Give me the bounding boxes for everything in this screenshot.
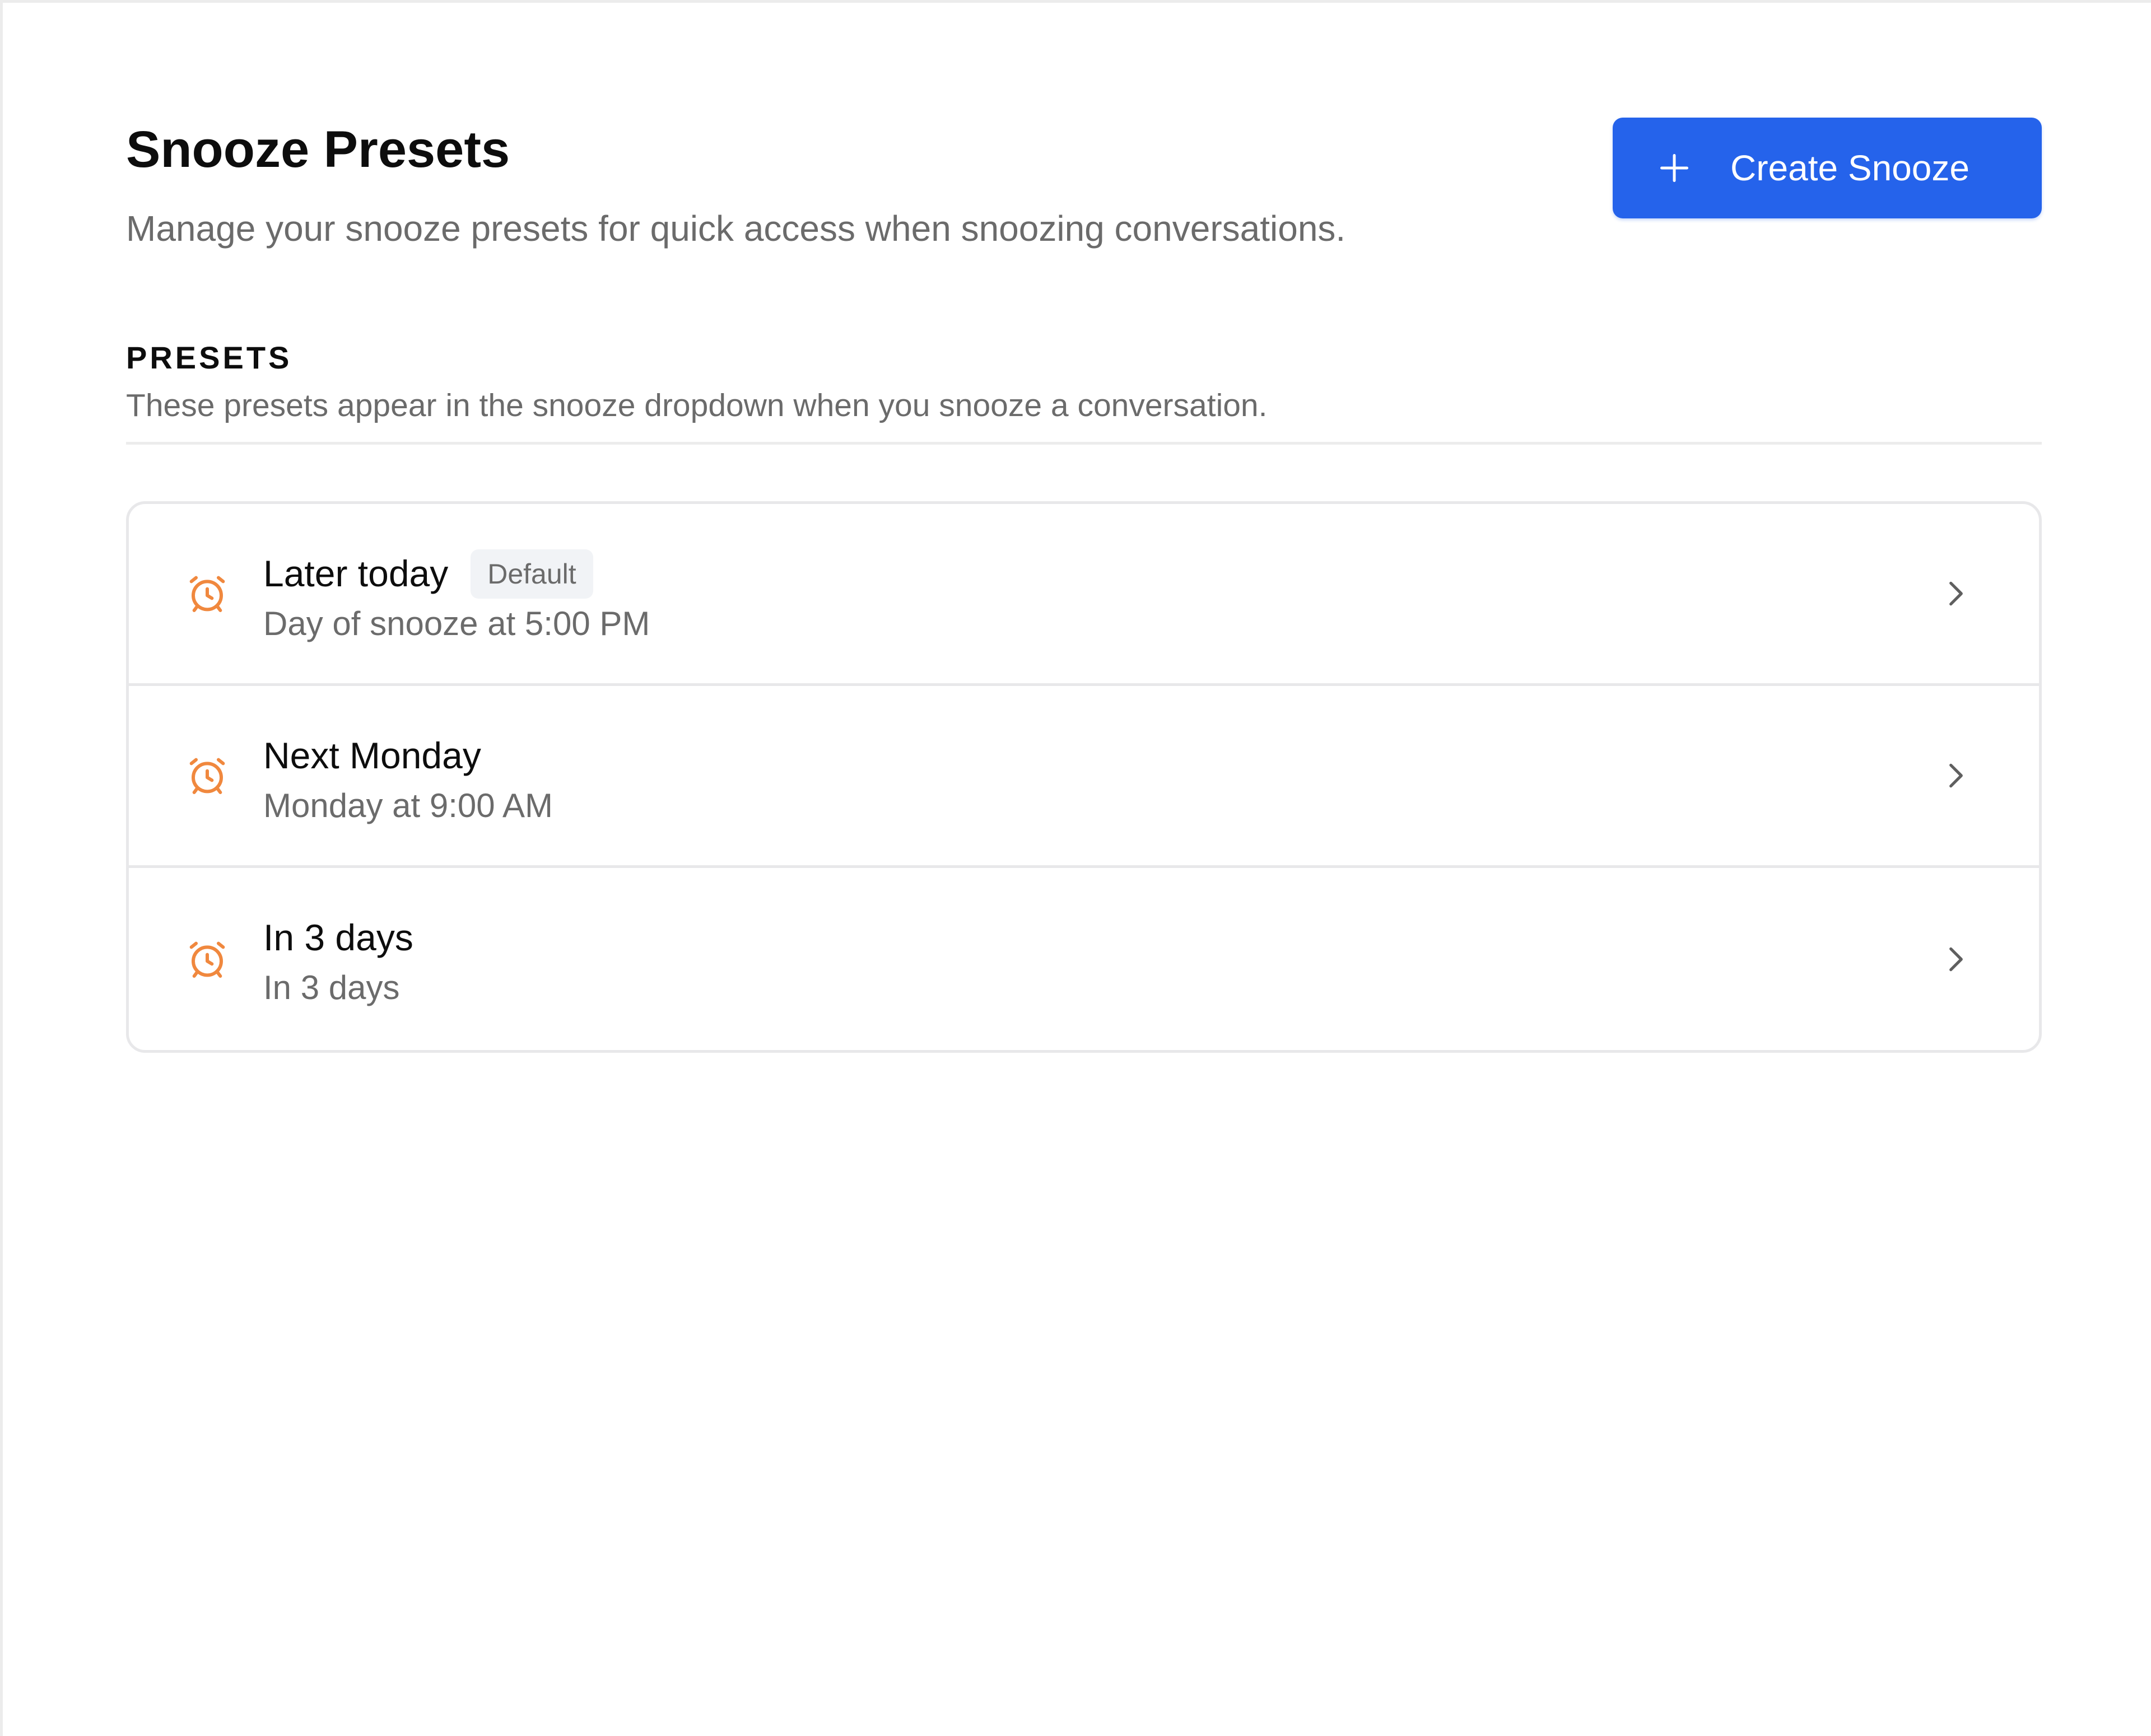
presets-list: Later today Default Day of snooze at 5:0…: [126, 501, 2042, 1053]
section-divider: [126, 441, 2042, 445]
section-description: These presets appear in the snooze dropd…: [126, 388, 1268, 424]
section-heading: PRESETS: [126, 340, 292, 375]
preset-text: Next Monday Monday at 9:00 AM: [263, 731, 553, 826]
alarm-clock-icon: [189, 576, 225, 612]
preset-title-row: Next Monday: [263, 731, 553, 781]
create-snooze-button[interactable]: Create Snooze: [1613, 118, 2042, 218]
create-snooze-label: Create Snooze: [1730, 148, 1970, 188]
preset-subtitle: Monday at 9:00 AM: [263, 787, 553, 824]
page-title: Snooze Presets: [126, 121, 510, 178]
preset-item-later-today[interactable]: Later today Default Day of snooze at 5:0…: [129, 504, 2039, 686]
main-content: Snooze Presets Manage your snooze preset…: [126, 3, 2042, 1053]
preset-text: In 3 days In 3 days: [263, 913, 413, 1008]
chevron-right-icon: [1949, 763, 1963, 788]
page-header: Snooze Presets Manage your snooze preset…: [126, 3, 2042, 316]
preset-title: In 3 days: [263, 917, 413, 959]
preset-title-row: Later today Default: [263, 549, 650, 599]
chevron-right-icon: [1949, 581, 1963, 606]
preset-title: Later today: [263, 553, 449, 595]
default-badge: Default: [471, 549, 593, 599]
preset-item-next-monday[interactable]: Next Monday Monday at 9:00 AM: [129, 686, 2039, 868]
page-subtitle: Manage your snooze presets for quick acc…: [126, 208, 1346, 249]
preset-title-row: In 3 days: [263, 913, 413, 963]
preset-item-in-3-days[interactable]: In 3 days In 3 days: [129, 868, 2039, 1050]
presets-section-header: PRESETS These presets appear in the snoo…: [126, 339, 2042, 445]
page-frame: Snooze Presets Manage your snooze preset…: [0, 0, 2151, 1736]
plus-icon: [1660, 154, 1688, 182]
preset-subtitle: In 3 days: [263, 969, 400, 1006]
alarm-clock-icon: [189, 758, 225, 794]
preset-subtitle: Day of snooze at 5:00 PM: [263, 605, 650, 642]
chevron-right-icon: [1949, 947, 1963, 971]
preset-title: Next Monday: [263, 735, 481, 777]
alarm-clock-icon: [189, 941, 225, 978]
preset-text: Later today Default Day of snooze at 5:0…: [263, 549, 650, 644]
